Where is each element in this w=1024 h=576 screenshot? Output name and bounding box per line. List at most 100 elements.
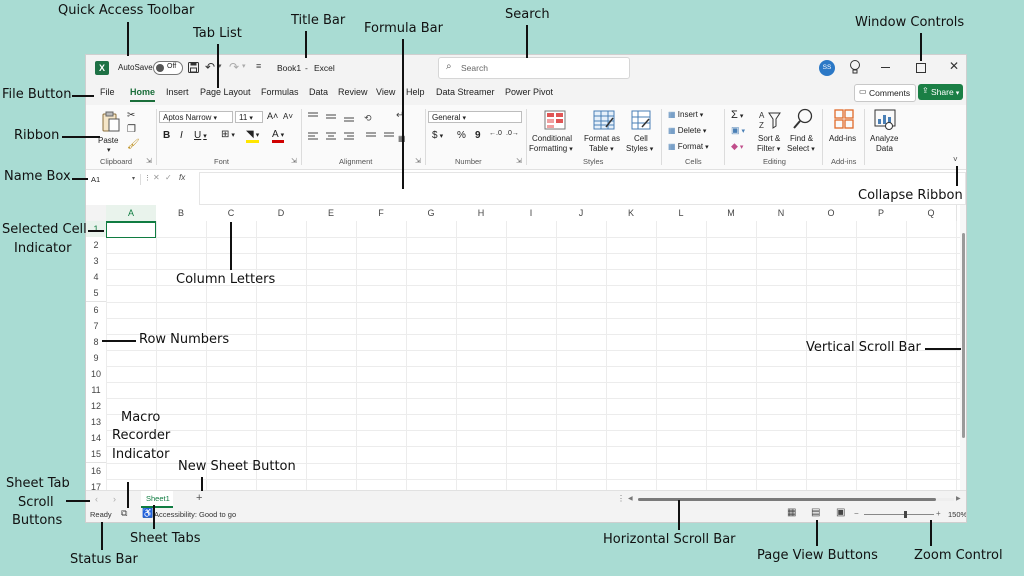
analyze-data-label-2[interactable]: Data <box>876 144 893 153</box>
row-header[interactable]: 5 <box>86 285 106 303</box>
zoom-out-icon[interactable]: − <box>854 509 859 518</box>
row-header[interactable]: 11 <box>86 382 106 400</box>
column-header[interactable]: B <box>156 205 207 221</box>
redo-icon[interactable]: ↷ <box>229 60 239 74</box>
accessibility-status[interactable]: Accessibility: Good to go <box>154 510 236 519</box>
lightbulb-icon[interactable] <box>849 59 861 75</box>
save-icon[interactable] <box>188 62 199 73</box>
macro-recorder-icon[interactable]: ⧉ <box>121 508 127 519</box>
column-header[interactable]: O <box>806 205 857 221</box>
italic-button[interactable]: I <box>180 130 183 141</box>
tab-review[interactable]: Review <box>338 87 368 97</box>
autosum-icon[interactable]: Σ <box>731 109 743 121</box>
format-painter-icon[interactable]: 🖌 <box>127 139 140 150</box>
row-header[interactable]: 3 <box>86 253 106 271</box>
cut-icon[interactable]: ✂ <box>127 110 135 121</box>
font-name-select[interactable]: Aptos Narrow <box>159 111 233 123</box>
tab-data-streamer[interactable]: Data Streamer <box>436 87 495 97</box>
fill-color-icon[interactable]: ◥ <box>246 129 260 143</box>
minimize-icon[interactable] <box>881 67 890 68</box>
row-header[interactable]: 14 <box>86 430 106 448</box>
column-header[interactable]: C <box>206 205 257 221</box>
column-header[interactable]: N <box>756 205 807 221</box>
column-header[interactable]: G <box>406 205 457 221</box>
column-header[interactable]: E <box>306 205 357 221</box>
row-header[interactable]: 6 <box>86 301 106 319</box>
zoom-level[interactable]: 150% <box>948 510 966 519</box>
percent-button[interactable]: % <box>457 130 466 141</box>
cancel-entry-icon[interactable]: ✕ <box>153 173 160 182</box>
analyze-data-label-1[interactable]: Analyze <box>870 134 898 143</box>
tab-insert[interactable]: Insert <box>166 87 189 97</box>
zoom-slider-thumb[interactable] <box>904 511 907 518</box>
alignment-launcher-icon[interactable]: ⇲ <box>415 157 421 165</box>
sheet-scroll-right-icon[interactable]: › <box>113 494 116 504</box>
insert-cells-button[interactable]: ▦ Insert <box>668 110 703 119</box>
row-header[interactable]: 8 <box>86 333 106 351</box>
column-header[interactable]: Q <box>906 205 957 221</box>
tab-data[interactable]: Data <box>309 87 328 97</box>
column-header[interactable]: F <box>356 205 407 221</box>
collapse-ribbon-icon[interactable]: ˅ <box>953 155 958 164</box>
increase-decimal-icon[interactable]: ←.0 <box>489 130 502 137</box>
more-options-icon[interactable]: ⋮ <box>144 174 151 182</box>
page-layout-view-icon[interactable]: ▤ <box>811 507 820 518</box>
tab-file[interactable]: File <box>100 87 115 97</box>
page-break-view-icon[interactable]: ▣ <box>836 507 845 518</box>
share-button[interactable]: ⇪ Share <box>918 84 963 100</box>
cell-styles-label-2[interactable]: Styles <box>626 144 653 153</box>
tab-help[interactable]: Help <box>406 87 425 97</box>
conditional-formatting-label-2[interactable]: Formatting <box>529 144 573 153</box>
decrease-font-icon[interactable]: A˅ <box>283 112 293 121</box>
row-header[interactable]: 10 <box>86 365 106 383</box>
select-all-corner[interactable] <box>86 205 107 222</box>
conditional-formatting-icon[interactable] <box>544 110 566 130</box>
clear-icon[interactable]: ◆ <box>731 141 743 152</box>
row-header[interactable]: 2 <box>86 237 106 255</box>
formula-input[interactable] <box>199 172 966 205</box>
bold-button[interactable]: B <box>163 130 170 141</box>
format-cells-button[interactable]: ▦ Format <box>668 142 709 151</box>
number-format-select[interactable]: General <box>428 111 522 123</box>
format-as-table-icon[interactable] <box>593 110 615 130</box>
column-header[interactable]: I <box>506 205 557 221</box>
paste-label[interactable]: Paste <box>98 136 118 145</box>
column-header[interactable]: H <box>456 205 507 221</box>
autosave-toggle[interactable]: Off <box>153 61 183 75</box>
horizontal-scroll-thumb[interactable] <box>638 498 936 501</box>
column-header[interactable]: P <box>856 205 907 221</box>
name-box-dropdown-icon[interactable]: ▾ <box>132 175 135 182</box>
font-size-select[interactable]: 11 <box>235 111 263 123</box>
column-header[interactable]: J <box>556 205 607 221</box>
borders-icon[interactable]: ⊞ <box>221 129 235 140</box>
row-header[interactable]: 9 <box>86 349 106 367</box>
comments-button[interactable]: ▭ Comments <box>854 84 916 102</box>
cell-styles-icon[interactable] <box>631 110 651 130</box>
currency-button[interactable]: $ <box>432 130 443 141</box>
clipboard-launcher-icon[interactable]: ⇲ <box>146 157 152 165</box>
tab-split-handle-icon[interactable]: ⋮ <box>617 494 625 503</box>
row-header[interactable]: 13 <box>86 414 106 432</box>
find-select-label-1[interactable]: Find & <box>790 134 813 143</box>
sort-filter-label-2[interactable]: Filter <box>757 144 780 153</box>
tab-page-layout[interactable]: Page Layout <box>200 87 251 97</box>
row-header[interactable]: 12 <box>86 398 106 416</box>
confirm-entry-icon[interactable]: ✓ <box>165 173 172 182</box>
font-launcher-icon[interactable]: ⇲ <box>291 157 297 165</box>
comma-button[interactable]: 9 <box>475 130 481 141</box>
addins-label[interactable]: Add-ins <box>829 134 856 143</box>
hscroll-right-icon[interactable]: ▶ <box>956 495 961 502</box>
column-header[interactable]: D <box>256 205 307 221</box>
avatar[interactable]: SS <box>819 60 835 76</box>
column-header[interactable]: M <box>706 205 757 221</box>
search-box[interactable]: ⌕ Search <box>438 57 630 79</box>
new-sheet-button[interactable]: + <box>196 492 202 504</box>
addins-icon[interactable] <box>834 109 854 129</box>
font-color-icon[interactable]: A <box>272 129 285 143</box>
row-header[interactable]: 15 <box>86 446 106 464</box>
copy-icon[interactable]: ❐ <box>127 124 136 135</box>
sort-filter-label-1[interactable]: Sort & <box>758 134 780 143</box>
accessibility-icon[interactable]: ♿ <box>142 508 153 519</box>
normal-view-icon[interactable]: ▦ <box>787 507 796 518</box>
paste-dropdown-icon[interactable] <box>105 145 111 154</box>
